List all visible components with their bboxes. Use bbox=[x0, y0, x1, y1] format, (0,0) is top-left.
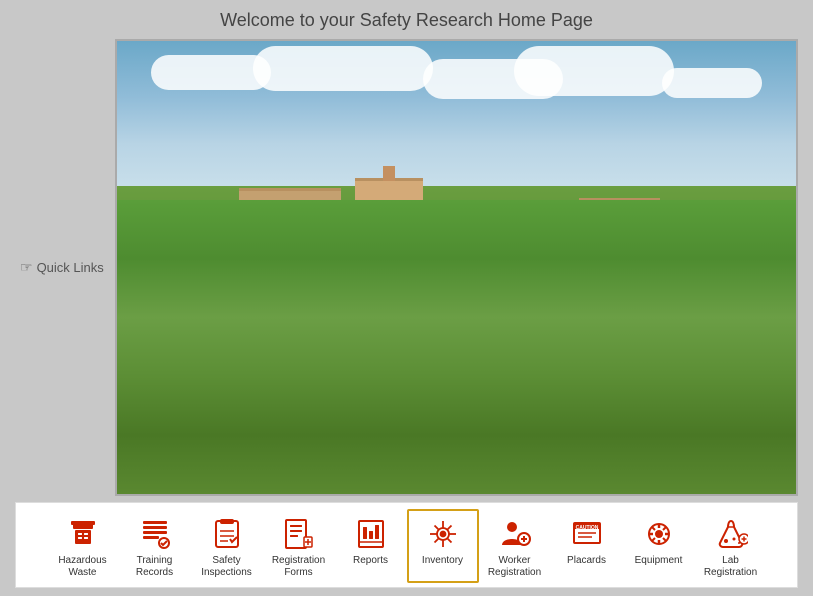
cloud-2 bbox=[253, 46, 433, 91]
quick-links-sidebar: ☞ Quick Links bbox=[15, 39, 115, 496]
cloud-4 bbox=[662, 68, 762, 98]
nav-item-reports[interactable]: Reports bbox=[335, 509, 407, 583]
nav-label-reports: Reports bbox=[353, 555, 388, 567]
worker-registration-icon bbox=[496, 515, 534, 553]
nav-item-hazardous-waste[interactable]: HazardousWaste bbox=[47, 509, 119, 583]
building-tower bbox=[355, 178, 423, 290]
campus-image bbox=[117, 41, 796, 494]
quick-links-label: ☞ Quick Links bbox=[20, 259, 104, 276]
buildings-layer bbox=[117, 168, 796, 372]
safety-inspections-icon bbox=[208, 515, 246, 553]
nav-label-training-records: TrainingRecords bbox=[136, 555, 173, 579]
nav-item-lab-registration[interactable]: LabRegistration bbox=[695, 509, 767, 583]
nav-item-registration-forms[interactable]: RegistrationForms bbox=[263, 509, 335, 583]
lab-registration-icon bbox=[712, 515, 750, 553]
nav-item-safety-inspections[interactable]: SafetyInspections bbox=[191, 509, 263, 583]
nav-label-worker-registration: WorkerRegistration bbox=[488, 555, 541, 579]
parking-area bbox=[619, 290, 741, 358]
equipment-icon bbox=[640, 515, 678, 553]
inventory-icon bbox=[424, 515, 462, 553]
building-1 bbox=[151, 209, 232, 280]
building-5 bbox=[579, 198, 660, 280]
ground bbox=[117, 186, 796, 494]
registration-forms-icon bbox=[280, 515, 318, 553]
nav-label-registration-forms: RegistrationForms bbox=[272, 555, 325, 579]
nav-label-lab-registration: LabRegistration bbox=[704, 555, 757, 579]
road-1 bbox=[253, 431, 660, 449]
nav-item-worker-registration[interactable]: WorkerRegistration bbox=[479, 509, 551, 583]
nav-label-inventory: Inventory bbox=[422, 555, 463, 567]
building-4 bbox=[443, 219, 565, 290]
hazardous-waste-icon bbox=[64, 515, 102, 553]
nav-item-placards[interactable]: CAUTION Placards bbox=[551, 509, 623, 583]
training-records-icon bbox=[136, 515, 174, 553]
nav-label-placards: Placards bbox=[567, 555, 606, 567]
nav-item-equipment[interactable]: Equipment bbox=[623, 509, 695, 583]
building-2 bbox=[239, 188, 341, 280]
content-area: ☞ Quick Links bbox=[15, 39, 798, 496]
quick-links-icon: ☞ bbox=[20, 259, 33, 276]
reports-icon bbox=[352, 515, 390, 553]
nav-item-training-records[interactable]: TrainingRecords bbox=[119, 509, 191, 583]
building-6 bbox=[674, 209, 776, 280]
plaza-circle bbox=[409, 333, 504, 440]
main-container: Welcome to your Safety Research Home Pag… bbox=[0, 0, 813, 596]
nav-item-inventory[interactable]: Inventory bbox=[407, 509, 479, 583]
nav-bar: HazardousWaste TrainingRecords bbox=[15, 502, 798, 588]
nav-label-equipment: Equipment bbox=[635, 555, 683, 567]
page-title: Welcome to your Safety Research Home Pag… bbox=[220, 10, 593, 31]
campus-image-container bbox=[115, 39, 798, 496]
cloud-5 bbox=[514, 46, 674, 96]
nav-label-safety-inspections: SafetyInspections bbox=[201, 555, 252, 579]
nav-label-hazardous-waste: HazardousWaste bbox=[58, 555, 106, 579]
trees bbox=[117, 313, 796, 494]
placards-icon: CAUTION bbox=[568, 515, 606, 553]
svg-text:CAUTION: CAUTION bbox=[575, 525, 598, 531]
